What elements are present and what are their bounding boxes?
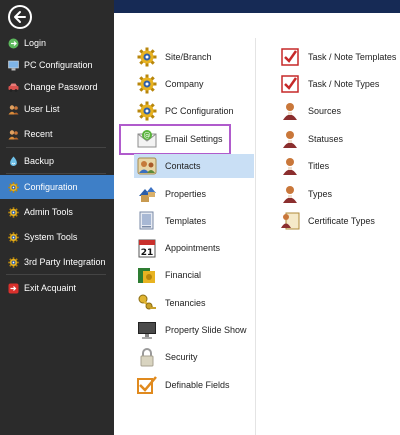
sidebar-item-label: Backup [24,156,55,166]
item-label: Site/Branch [165,52,212,62]
item-label: Certificate Types [308,216,375,226]
financial-item[interactable]: Financial [137,263,201,287]
person-icon [280,156,300,176]
arrow-left-icon [14,11,26,23]
appointments-item[interactable]: Appointments [137,236,220,260]
back-button[interactable] [8,5,32,29]
sidebar-item-label: Exit Acquaint [24,283,77,293]
properties-item[interactable]: Properties [137,182,206,206]
gear-icon [8,232,19,243]
sidebar-item-label: Admin Tools [24,207,73,217]
car-icon [8,83,19,92]
item-label: Properties [165,189,207,199]
item-label: Titles [308,161,330,171]
sidebar-item-label: 3rd Party Integration [24,257,106,267]
lock-icon [137,347,157,367]
sidebar-item-label: Recent [24,129,53,139]
sidebar-item-label: PC Configuration [24,60,93,70]
site-branch-item[interactable]: Site/Branch [137,45,212,69]
calendar-icon [137,238,157,258]
sidebar: Login PC Configuration Change Password U… [0,0,114,435]
gear-icon [137,101,157,121]
pc-configuration-item[interactable]: PC Configuration [137,99,234,123]
sidebar-item-login[interactable]: Login [0,33,114,53]
item-label: Task / Note Templates [308,52,397,62]
types-item[interactable]: Types [280,182,332,206]
recent-icon [8,129,19,139]
property-slide-show-item[interactable]: Property Slide Show [137,318,247,342]
item-label: Definable Fields [165,380,230,390]
item-label: Sources [308,106,342,116]
task-note-types-item[interactable]: Task / Note Types [280,72,379,96]
monitor-icon [137,320,157,340]
gear-icon [8,257,19,268]
item-label: PC Configuration [165,106,234,116]
templates-icon [137,211,157,231]
gear-icon [137,74,157,94]
item-label: Security [165,352,198,362]
sidebar-item-label: Change Password [24,82,98,92]
task-note-templates-item[interactable]: Task / Note Templates [280,45,396,69]
pc-icon [8,60,19,70]
divider [6,173,106,174]
person-icon [280,101,300,121]
properties-icon [137,184,157,204]
item-label: Statuses [308,134,344,144]
users-icon [8,104,19,114]
sidebar-item-label: Configuration [24,182,78,192]
templates-item[interactable]: Templates [137,209,206,233]
person-icon [280,184,300,204]
gear-icon [8,182,19,193]
backup-icon [10,156,17,166]
item-label: Tenancies [165,298,206,308]
sidebar-item-system-tools[interactable]: System Tools [0,227,114,247]
sidebar-item-configuration[interactable]: Configuration [0,175,114,199]
certificate-icon [280,211,300,231]
item-label: Task / Note Types [308,79,380,89]
sidebar-item-recent[interactable]: Recent [0,124,114,144]
gear-icon [8,207,19,218]
item-label: Appointments [165,243,221,253]
divider [6,274,106,275]
sidebar-item-label: Login [24,38,47,48]
sidebar-item-label: User List [24,104,60,114]
checkmark-icon [280,47,300,67]
login-icon [8,38,19,48]
top-band [114,0,400,13]
item-label: Contacts [165,161,201,171]
checkbox-icon [137,375,157,395]
item-label: Types [308,189,333,199]
sidebar-item-exit-acquaint[interactable]: Exit Acquaint [0,278,114,298]
exit-icon [8,283,19,293]
divider [6,147,106,148]
sidebar-item-3rd-party-integration[interactable]: 3rd Party Integration [0,252,114,272]
statuses-item[interactable]: Statuses [280,127,343,151]
titles-item[interactable]: Titles [280,154,329,178]
sidebar-item-label: System Tools [24,232,78,242]
item-label: Financial [165,270,202,280]
sidebar-item-backup[interactable]: Backup [0,151,114,171]
sidebar-item-admin-tools[interactable]: Admin Tools [0,202,114,222]
sidebar-item-change-password[interactable]: Change Password [0,77,114,97]
item-label: Company [165,79,204,89]
sidebar-item-user-list[interactable]: User List [0,99,114,119]
company-item[interactable]: Company [137,72,204,96]
gear-icon [137,47,157,67]
person-icon [280,129,300,149]
column-divider [255,38,256,435]
sources-item[interactable]: Sources [280,99,341,123]
definable-fields-item[interactable]: Definable Fields [137,373,230,397]
checkmark-icon [280,74,300,94]
contacts-item[interactable]: Contacts [134,154,254,178]
security-item[interactable]: Security [137,345,198,369]
item-label: Property Slide Show [165,325,247,335]
highlight-box [119,124,231,155]
contacts-icon [137,156,157,176]
certificate-types-item[interactable]: Certificate Types [280,209,375,233]
item-label: Templates [165,216,207,226]
sidebar-item-pc-configuration[interactable]: PC Configuration [0,55,114,75]
financial-icon [137,265,157,285]
tenancies-item[interactable]: Tenancies [137,291,206,315]
keys-icon [137,293,157,313]
